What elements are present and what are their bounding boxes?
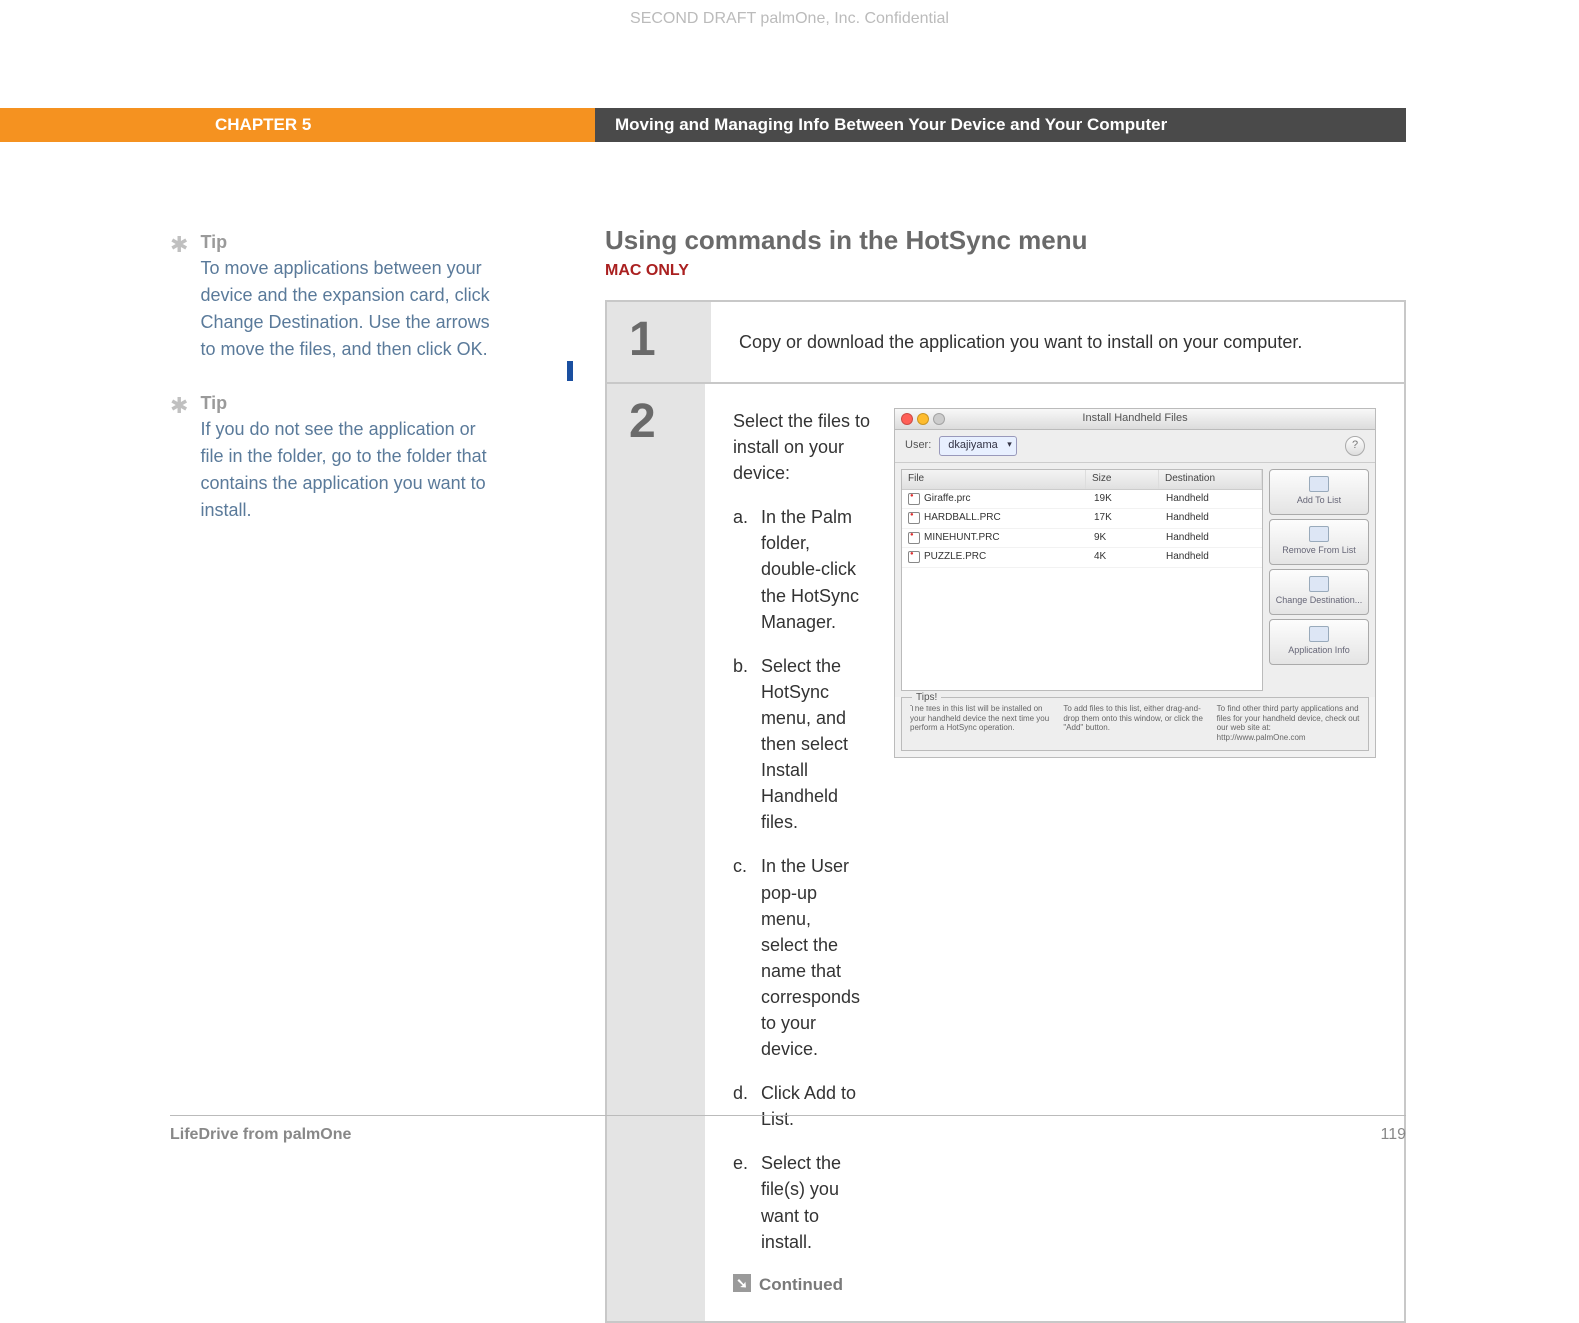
substep: e. Select the file(s) you want to instal… [733,1150,870,1254]
cell-file: MINEHUNT.PRC [924,531,1000,546]
substep-letter: c. [733,853,761,1062]
button-label: Add To List [1297,494,1341,507]
cell-dest: Handheld [1160,548,1262,567]
user-label: User: [905,438,931,454]
header-watermark: SECOND DRAFT palmOne, Inc. Confidential [0,10,1579,28]
remove-icon [1309,526,1329,542]
continued-arrow-icon: ➘ [733,1274,751,1292]
step-row: 2 Select the files to install on your de… [607,384,1404,1321]
substep-text: Select the HotSync menu, and then select… [761,653,870,836]
button-label: Remove From List [1282,544,1356,557]
tips-legend: Tips! [912,691,941,706]
asterisk-icon: ✱ [170,393,196,419]
button-label: Application Info [1288,644,1350,657]
substep-text: Click Add to List. [761,1080,870,1132]
footer-rule [170,1115,1406,1116]
install-handheld-files-window: Install Handheld Files User: dkajiyama ?… [894,408,1376,758]
platform-note: MAC ONLY [605,262,1406,280]
continued-label: Continued [759,1275,843,1294]
chapter-label-bar: CHAPTER 5 [0,108,595,142]
step-intro: Select the files to install on your devi… [733,408,870,486]
tip-text: To move applications between your device… [200,255,490,363]
table-row[interactable]: HARDBALL.PRC 17K Handheld [902,509,1262,529]
window-titlebar: Install Handheld Files [895,409,1375,430]
page-title-bar: Moving and Managing Info Between Your De… [595,108,1406,142]
substep: c. In the User pop-up menu, select the n… [733,853,870,1062]
tips-col: The files in this list will be installed… [910,704,1053,742]
tip-block: ✱ Tip To move applications between your … [170,232,510,363]
substep-text: In the Palm folder, double-click the Hot… [761,504,870,634]
column-header-file[interactable]: File [902,470,1086,489]
column-header-dest[interactable]: Destination [1159,470,1262,489]
step-text: Copy or download the application you wan… [739,329,1376,355]
add-to-list-button[interactable]: Add To List [1269,469,1369,515]
tips-col: To find other third party applications a… [1217,704,1360,742]
cell-size: 9K [1088,529,1160,548]
substep: b. Select the HotSync menu, and then sel… [733,653,870,836]
tip-label: Tip [200,232,490,253]
substep-letter: e. [733,1150,761,1254]
table-row[interactable]: Giraffe.prc 19K Handheld [902,490,1262,510]
info-icon [1309,626,1329,642]
cell-file: PUZZLE.PRC [924,550,986,565]
cell-file: Giraffe.prc [924,492,971,507]
steps-container: 1 Copy or download the application you w… [605,300,1406,1323]
cell-size: 4K [1088,548,1160,567]
main-content: Using commands in the HotSync menu MAC O… [605,225,1406,1323]
asterisk-icon: ✱ [170,232,196,258]
substep-text: Select the file(s) you want to install. [761,1150,870,1254]
table-row[interactable]: PUZZLE.PRC 4K Handheld [902,548,1262,568]
file-icon [908,493,920,505]
window-title: Install Handheld Files [895,411,1375,427]
substep: a. In the Palm folder, double-click the … [733,504,870,634]
substep-letter: d. [733,1080,761,1132]
footer-page-number: 119 [1380,1126,1406,1144]
tip-text: If you do not see the application or fil… [200,416,490,524]
tips-panel: Tips! The files in this list will be ins… [901,697,1369,751]
substep: d. Click Add to List. [733,1080,870,1132]
step-number: 1 [607,302,711,382]
section-heading: Using commands in the HotSync menu [605,225,1406,256]
application-info-button[interactable]: Application Info [1269,619,1369,665]
sidebar-tips: ✱ Tip To move applications between your … [170,232,510,554]
substep-text: In the User pop-up menu, select the name… [761,853,870,1062]
substep-letter: b. [733,653,761,836]
file-icon [908,512,920,524]
table-row[interactable]: MINEHUNT.PRC 9K Handheld [902,529,1262,549]
footer-product-name: LifeDrive from palmOne [170,1126,351,1144]
substep-letter: a. [733,504,761,634]
file-list-table[interactable]: File Size Destination Giraffe.prc 19K Ha… [901,469,1263,691]
cell-dest: Handheld [1160,490,1262,509]
help-icon[interactable]: ? [1345,436,1365,456]
continued-indicator: ➘ Continued [733,1273,870,1298]
cell-dest: Handheld [1160,509,1262,528]
cell-size: 17K [1088,509,1160,528]
tip-block: ✱ Tip If you do not see the application … [170,393,510,524]
column-header-size[interactable]: Size [1086,470,1159,489]
file-icon [908,551,920,563]
button-label: Change Destination... [1276,594,1363,607]
tip-label: Tip [200,393,490,414]
step-row: 1 Copy or download the application you w… [607,302,1404,382]
user-select[interactable]: dkajiyama [939,436,1017,456]
change-dest-icon [1309,576,1329,592]
cell-file: HARDBALL.PRC [924,511,1001,526]
tips-col: To add files to this list, either drag-a… [1063,704,1206,742]
remove-from-list-button[interactable]: Remove From List [1269,519,1369,565]
file-icon [908,532,920,544]
add-icon [1309,476,1329,492]
step-number: 2 [607,384,705,1321]
cell-dest: Handheld [1160,529,1262,548]
change-destination-button[interactable]: Change Destination... [1269,569,1369,615]
revision-mark-icon [567,361,573,381]
cell-size: 19K [1088,490,1160,509]
